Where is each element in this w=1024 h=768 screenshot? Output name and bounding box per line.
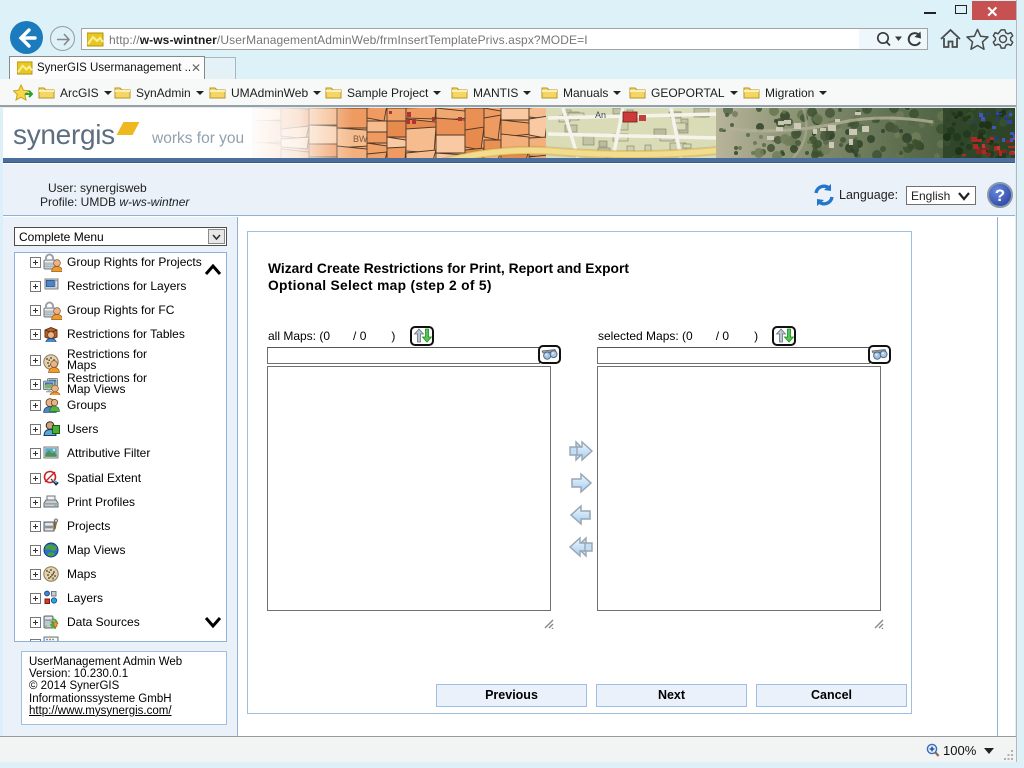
svg-text:BW: BW: [353, 134, 368, 144]
svg-text:An: An: [595, 110, 606, 120]
